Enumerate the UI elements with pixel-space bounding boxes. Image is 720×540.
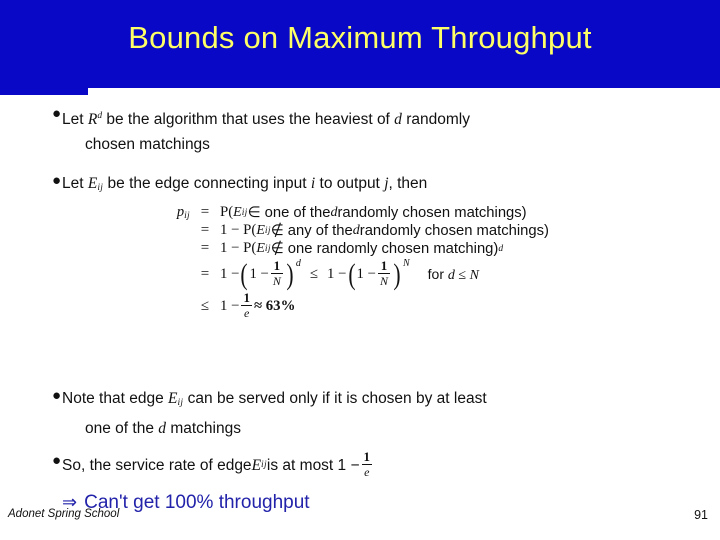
bullet-3-post: can be served only if it is chosen by at… bbox=[183, 390, 487, 407]
right-paren-1: ) bbox=[286, 257, 294, 291]
bullet-1-tail: randomly bbox=[401, 111, 470, 129]
note-pre: for bbox=[427, 265, 448, 282]
note-rel: ≤ bbox=[454, 267, 470, 283]
bullet-4-symbol: E bbox=[251, 457, 262, 474]
equation-line-1: pij = P(Eij ∈ one of the d randomly chos… bbox=[148, 204, 668, 221]
eq4-lead2: 1 − bbox=[327, 266, 347, 283]
page-title: Bounds on Maximum Throughput bbox=[128, 20, 592, 55]
equation-rhs-3: 1 − P(Eij ∉ one randomly chosen matching… bbox=[220, 240, 503, 257]
bullet-3-line2-post: matchings bbox=[166, 420, 241, 438]
bullet-2-text: Let Eij be the edge connecting input i t… bbox=[62, 171, 427, 201]
equation-line-2: = 1 − P(Eij ∉ any of the d randomly chos… bbox=[148, 222, 668, 239]
equation-rhs-2: 1 − P(Eij ∉ any of the d randomly chosen… bbox=[220, 222, 549, 239]
fraction-1: 1 N bbox=[270, 258, 283, 289]
eq2-pre: 1 − P( bbox=[220, 222, 257, 239]
bullet-marker-icon: ● bbox=[52, 452, 62, 469]
bullet-2-pre: Let bbox=[62, 175, 88, 192]
fraction-4: 1e bbox=[361, 449, 373, 479]
note-var-2: N bbox=[469, 267, 479, 283]
fraction-4-numerator: 1 bbox=[363, 449, 371, 464]
eq5-tail: ≈ 63% bbox=[253, 298, 296, 315]
bullet-2-post: be the edge connecting input bbox=[103, 175, 311, 192]
eq3-pre: 1 − P( bbox=[220, 240, 257, 257]
right-paren-2: ) bbox=[393, 257, 401, 291]
bullet-1-var-d: d bbox=[394, 111, 402, 129]
eq5-lead: 1 − bbox=[220, 298, 240, 315]
bullet-3-line2: one of the d matchings bbox=[62, 416, 487, 441]
equation-relation-1: = bbox=[200, 204, 210, 221]
bullet-1-post: be the algorithm that uses the heaviest … bbox=[102, 111, 395, 129]
fraction-4-denominator: e bbox=[364, 465, 370, 479]
eq4-exponent-2: N bbox=[402, 258, 410, 270]
equation-relation-4: = bbox=[200, 266, 210, 283]
fraction-3-numerator: 1 bbox=[243, 290, 250, 306]
eq2-post: randomly chosen matchings) bbox=[359, 222, 549, 239]
slide-body: ● Let Rd be the algorithm that uses the … bbox=[0, 96, 720, 496]
equation-relation-5: ≤ bbox=[200, 298, 210, 315]
fraction-3-denominator: e bbox=[244, 306, 250, 321]
equation-relation-4b: ≤ bbox=[309, 266, 319, 283]
page-number: 91 bbox=[694, 508, 708, 522]
fraction-1-numerator: 1 bbox=[273, 258, 281, 274]
bullet-marker-icon: ● bbox=[52, 387, 62, 404]
left-paren-1: ( bbox=[240, 257, 249, 291]
eq3-exponent: d bbox=[498, 243, 504, 254]
equation-line-4: = 1 − ( 1 − 1 N ) d ≤ 1 − ( 1 − 1 N) N … bbox=[148, 257, 668, 291]
eq1-mid: ∈ one of the bbox=[247, 205, 331, 222]
equation-rhs-1: P(Eij ∈ one of the d randomly chosen mat… bbox=[220, 204, 527, 221]
equation-block: pij = P(Eij ∈ one of the d randomly chos… bbox=[148, 204, 668, 324]
fraction-1-denominator: N bbox=[272, 274, 281, 289]
equation-lhs: pij bbox=[148, 204, 190, 221]
bullet-item-3: ● Note that edge Eij can be served only … bbox=[52, 386, 692, 441]
bullet-4-text: So, the service rate of edge Eij is at m… bbox=[62, 449, 374, 480]
bullet-marker-icon: ● bbox=[52, 105, 62, 122]
equation-rhs-4: 1 − ( 1 − 1 N ) d ≤ 1 − ( 1 − 1 N) N fo… bbox=[220, 257, 479, 291]
bullet-1-symbol: R bbox=[87, 111, 98, 129]
note-var-1: d bbox=[447, 267, 455, 283]
equation-line-5: ≤ 1 − 1 e ≈ 63% bbox=[148, 291, 668, 321]
bullet-item-1: ● Let Rd be the algorithm that uses the … bbox=[52, 104, 692, 157]
eq1-var: d bbox=[330, 204, 338, 220]
fraction-3: 1 e bbox=[241, 291, 252, 320]
fraction-2-numerator: 1 bbox=[380, 258, 388, 274]
eq1-pre: P( bbox=[220, 204, 234, 221]
equation-relation-2: = bbox=[200, 222, 210, 239]
bullet-4-pre: So, the service rate of edge bbox=[62, 457, 252, 474]
bullet-3-var-d: d bbox=[158, 420, 167, 438]
equation-line-3: = 1 − P(Eij ∉ one randomly chosen matchi… bbox=[148, 240, 668, 257]
equation-condition-note: for d ≤ N bbox=[428, 266, 479, 284]
bullet-1-text: Let Rd be the algorithm that uses the he… bbox=[62, 104, 470, 157]
eq4-inner: 1 − bbox=[249, 266, 269, 283]
bullet-3-pre: Note that edge bbox=[62, 390, 168, 407]
footer-label: Adonet Spring School bbox=[8, 508, 120, 520]
eq3-mid: ∉ one randomly chosen matching) bbox=[270, 241, 499, 258]
eq2-sym: E bbox=[256, 222, 265, 238]
bullet-1-pre: Let bbox=[62, 111, 88, 129]
eq3-sym: E bbox=[256, 240, 265, 256]
bullet-2-mid: to output bbox=[315, 175, 385, 192]
bullet-item-2: ● Let Eij be the edge connecting input i… bbox=[52, 171, 692, 201]
equation-relation-3: = bbox=[200, 240, 210, 257]
bullet-marker-icon: ● bbox=[52, 172, 62, 189]
eq2-mid: ∉ any of the bbox=[270, 223, 353, 240]
eq1-sym: E bbox=[233, 204, 242, 220]
eq4-inner2: 1 − bbox=[356, 266, 376, 283]
bullet-3-line2-pre: one of the bbox=[85, 420, 159, 438]
eq4-exponent-1: d bbox=[295, 258, 301, 270]
bullet-item-4: ● So, the service rate of edge Eij is at… bbox=[52, 449, 692, 480]
title-banner-step bbox=[0, 88, 88, 95]
bullet-1-line2: chosen matchings bbox=[85, 136, 210, 154]
bullet-2-tail: , then bbox=[388, 175, 428, 192]
left-paren-2: ( bbox=[347, 257, 356, 291]
bullet-4-post: is at most 1 − bbox=[266, 457, 360, 474]
fraction-2: 1 N bbox=[377, 258, 390, 289]
bullet-2-symbol: E bbox=[87, 175, 98, 192]
eq1-post: randomly chosen matchings) bbox=[337, 204, 527, 221]
fraction-2-denominator: N bbox=[379, 274, 388, 289]
eq4-lead: 1 − bbox=[220, 266, 240, 283]
bullet-3-text: Note that edge Eij can be served only if… bbox=[62, 386, 487, 441]
equation-rhs-5: 1 − 1 e ≈ 63% bbox=[220, 291, 296, 321]
eq2-var: d bbox=[352, 222, 360, 238]
